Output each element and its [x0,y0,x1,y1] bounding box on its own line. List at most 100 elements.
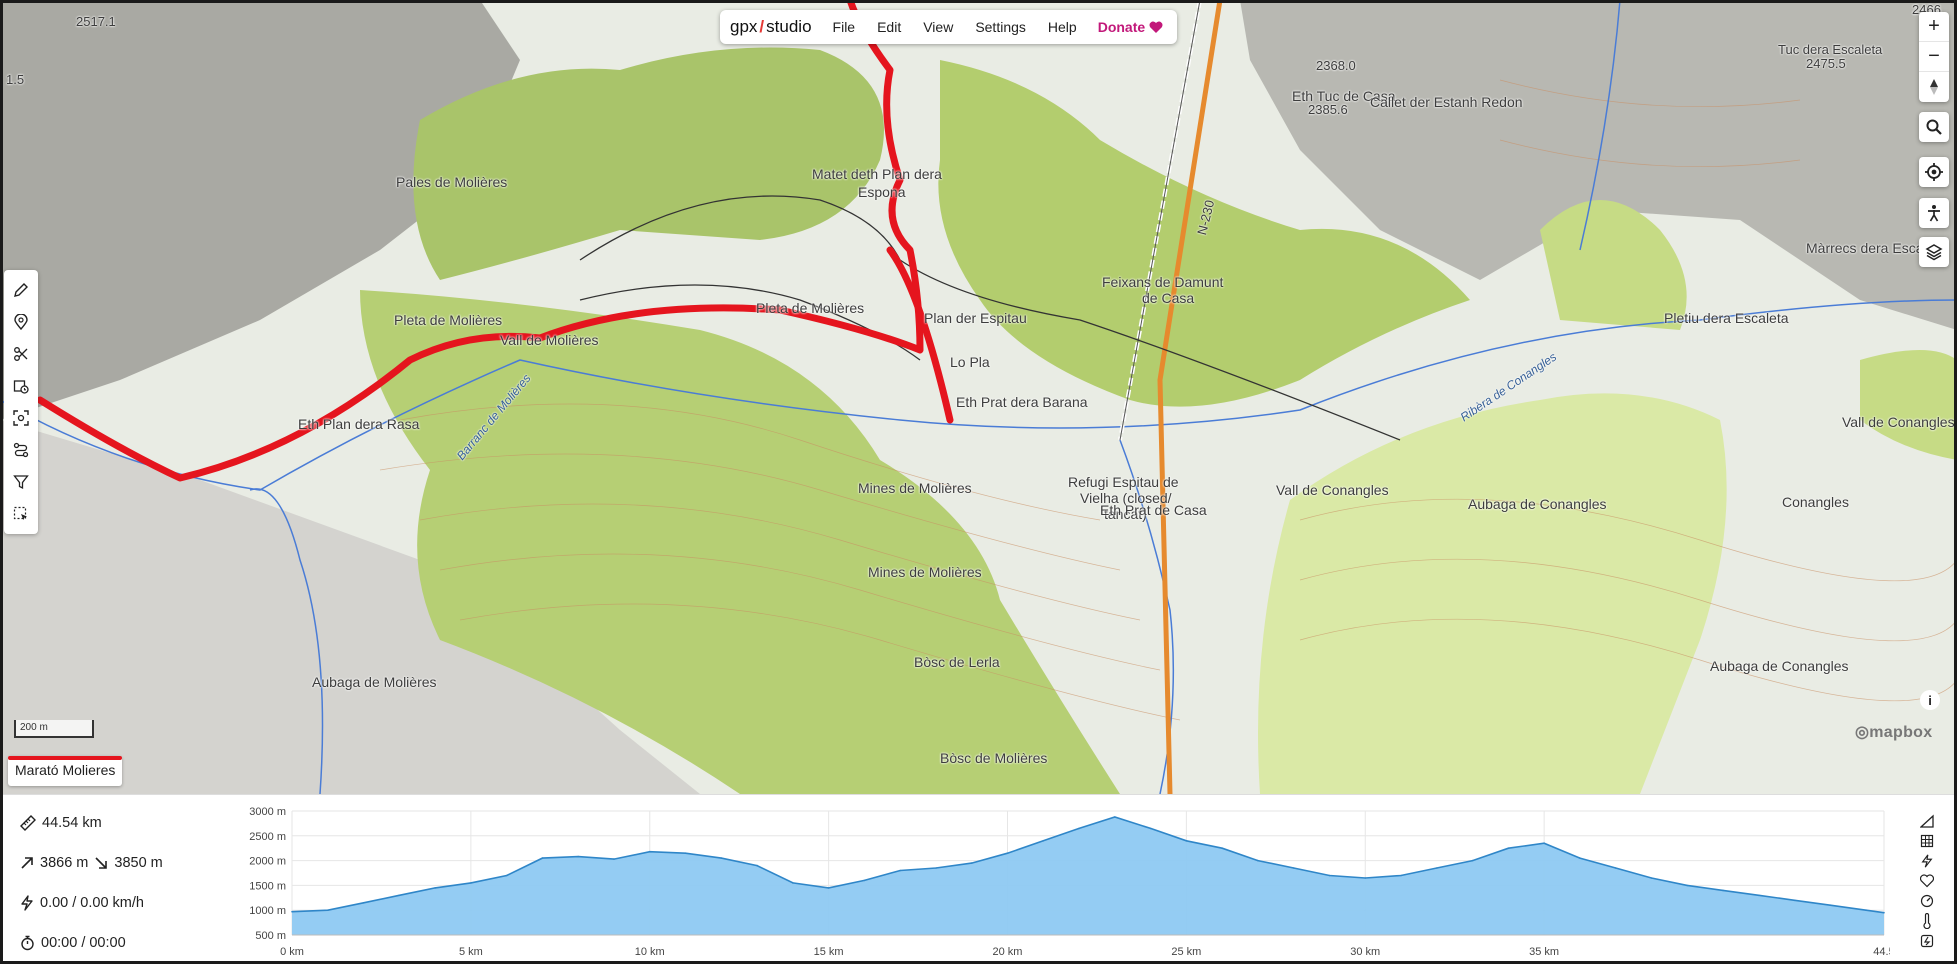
zoom-in-button[interactable]: + [1919,12,1949,42]
person-icon[interactable] [1919,198,1949,228]
elevation-point [291,910,293,913]
elevation-point [1543,842,1545,844]
arrow-up-right-icon [21,857,33,869]
map-label: Espona [858,184,906,200]
elevation-point [362,902,365,904]
map-label: Mines de Molières [858,480,972,496]
mapbox-logo-icon: ◎ [1855,724,1870,741]
menu-settings[interactable]: Settings [964,19,1037,35]
scissors-icon[interactable] [6,338,36,370]
y-tick-label: 1000 m [249,905,286,917]
elevation-point [1078,827,1080,830]
heart-rate-icon[interactable] [1917,871,1937,891]
map-label: Vall de Molières [500,332,599,348]
elevation-point [577,855,579,858]
map-label: Pleta de Molières [756,300,865,316]
map-label: Conangles [1782,494,1849,510]
map-label: Pales de Molières [396,174,508,190]
map-label: Tuc dera Escaleta [1778,42,1883,57]
info-icon[interactable]: i [1920,690,1940,710]
x-tick-label: 30 km [1350,946,1380,958]
slope-icon[interactable] [1917,811,1937,831]
elevation-point [935,867,937,869]
y-tick-label: 2500 m [249,831,286,843]
surface-icon[interactable] [1917,831,1937,851]
zoom-out-button[interactable]: − [1919,42,1949,72]
elevation-point [1364,877,1367,879]
elevation-point [1507,847,1510,849]
elevation-point [541,857,544,859]
layers-icon[interactable] [1919,237,1949,267]
map-label: Callet der Estanh Redon [1370,94,1523,110]
scan-icon[interactable] [6,402,36,434]
search-icon[interactable] [1919,112,1949,142]
map-label: Feixans de Damunt [1102,274,1224,290]
map-label: Vall de Conangles [1276,482,1389,498]
map-label: Eth Prat de Casa [1100,502,1207,518]
track-name: Marató Molieres [15,762,116,778]
pencil-icon[interactable] [6,274,36,306]
map-label: Bòsc de Lerla [914,654,1000,670]
donate-button[interactable]: Donate [1088,19,1163,35]
menu-help[interactable]: Help [1037,19,1088,35]
menu-file[interactable]: File [822,19,867,35]
distance-value: 44.54 km [42,815,102,831]
mapbox-attribution[interactable]: ◎mapbox [1855,722,1932,742]
x-tick-label: 25 km [1171,946,1201,958]
power-icon[interactable] [1917,931,1937,951]
elevation-point [1292,867,1295,869]
menu-edit[interactable]: Edit [866,19,912,35]
attribution-text: mapbox [1869,724,1933,741]
map-canvas[interactable]: 2517.1 1.5 2368.0 Eth Tuc de Casa 2385.6… [0,0,1957,794]
map-label: 1.5 [6,72,25,87]
x-tick-label: 44.5 [1873,946,1890,958]
y-tick-label: 2000 m [249,856,286,868]
descent-value: 3850 m [114,855,163,871]
map-label: Vall de Conangles [1842,414,1955,430]
speed-icon[interactable] [1917,851,1937,871]
distance-stat: 44.54 km [20,815,102,831]
route-icon[interactable] [6,434,36,466]
gpx-studio-logo[interactable]: gpx / studio [730,17,812,37]
search-control [1919,112,1949,142]
elevation-point [1436,867,1438,869]
elevation-point [720,857,723,859]
elevation-point [1686,884,1688,887]
compass-button[interactable] [1919,72,1949,102]
filter-icon[interactable] [6,466,36,498]
elevation-point [1579,857,1581,859]
elevation-point [1865,909,1867,911]
elevation-point [327,909,329,911]
map-label: Eth Plan dera Rasa [298,416,420,432]
time-stat: 00:00 / 00:00 [20,935,126,951]
select-area-icon[interactable] [6,498,36,530]
elevation-point [1650,877,1653,879]
locate-icon[interactable] [1919,157,1949,187]
map-label: de Casa [1142,290,1195,306]
ruler-icon [20,815,36,831]
map-label: 2475.5 [1806,56,1846,71]
elevation-point [649,850,651,853]
y-tick-label: 3000 m [249,806,286,818]
map-label: Lo Pla [950,354,990,370]
track-color-swatch [8,756,123,760]
menu-view[interactable]: View [912,19,964,35]
donate-label: Donate [1097,19,1146,35]
map-label: 2368.0 [1316,58,1356,73]
x-tick-label: 20 km [993,946,1023,958]
elevation-point [505,874,508,877]
scale-bar: 200 m [14,720,94,738]
elevation-point [863,879,866,882]
map-label: 2385.6 [1308,102,1348,117]
elevation-point [684,852,687,854]
elevation-chart[interactable]: 500 m 1000 m 1500 m 2000 m 2500 m 3000 m 0 km 5… [240,801,1890,963]
locate-control [1919,157,1949,187]
arrow-down-right-icon [95,857,108,869]
track-chip[interactable]: Marató Molieres [8,756,123,786]
thermometer-icon[interactable] [1917,911,1937,931]
calendar-clock-icon[interactable] [6,370,36,402]
cadence-icon[interactable] [1917,891,1937,911]
map-label: Pletiu dera Escaleta [1664,310,1789,326]
elevation-point [1221,847,1223,849]
map-pin-icon[interactable] [6,306,36,338]
